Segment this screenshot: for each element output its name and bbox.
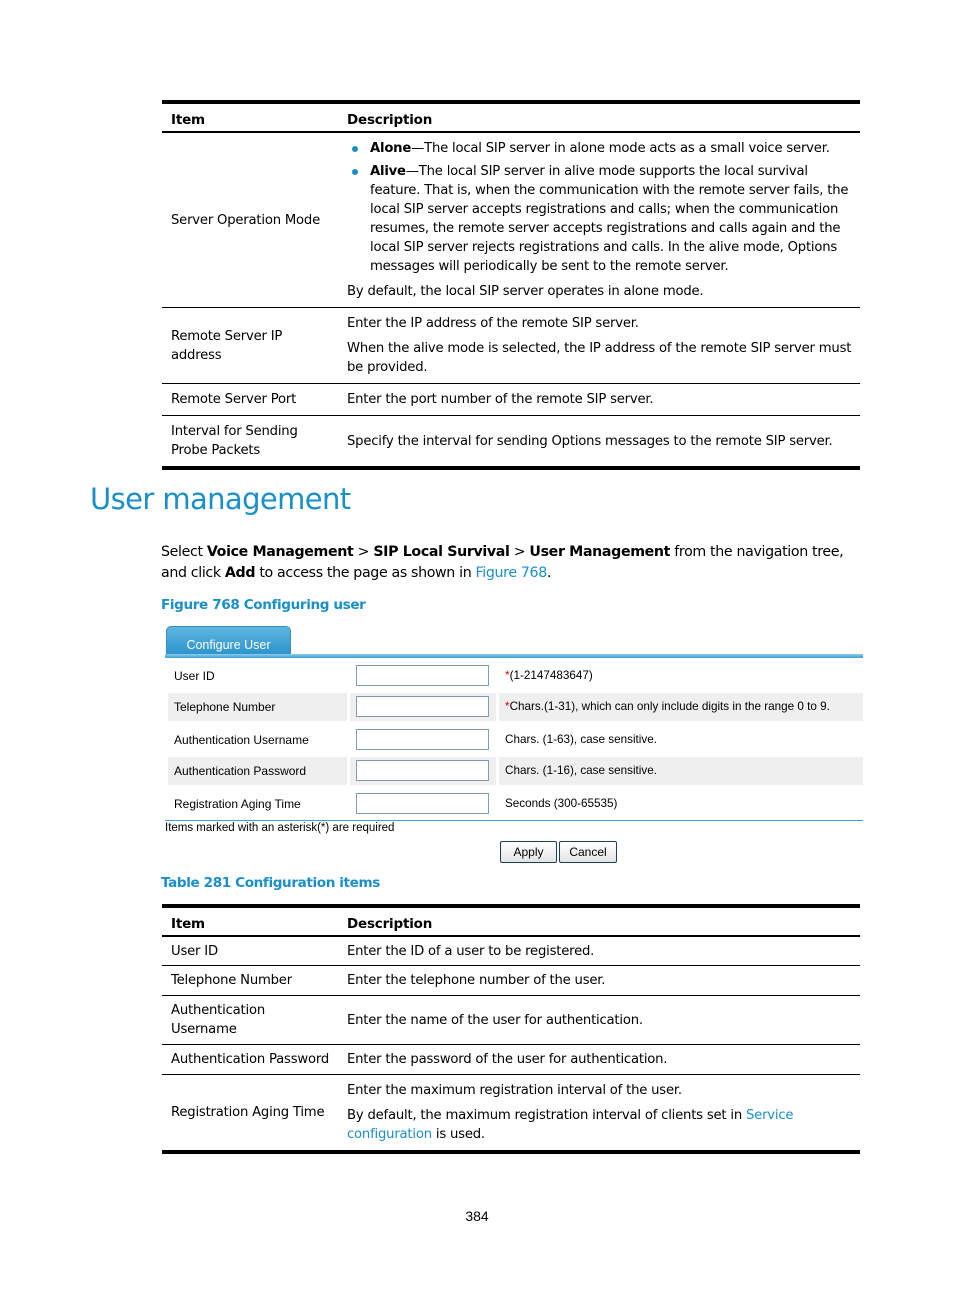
table-row: User ID Enter the ID of a user to be reg… <box>162 936 860 966</box>
form-row-authentication-username: Authentication Username Chars. (1-63), c… <box>168 726 863 754</box>
tab-underline <box>165 654 863 658</box>
list-item: Alone—The local SIP server in alone mode… <box>352 139 852 158</box>
row-item: Authentication Username <box>162 995 338 1045</box>
figure-link[interactable]: Figure 768 <box>476 565 548 581</box>
nav-path-sip-local-survival: SIP Local Survival <box>373 544 510 560</box>
form-row-registration-aging-time: Registration Aging Time Seconds (300-655… <box>168 790 863 818</box>
form-row-telephone-number: Telephone Number *Chars.(1-31), which ca… <box>168 693 863 721</box>
table-row: Authentication Username Enter the name o… <box>162 995 860 1045</box>
table-row: Server Operation Mode Alone—The local SI… <box>162 132 860 308</box>
bullet-icon <box>352 146 358 152</box>
row-item: Server Operation Mode <box>162 132 338 308</box>
row-description: Enter the telephone number of the user. <box>338 965 860 996</box>
column-header-description: Description <box>338 100 860 133</box>
row-description: Enter the password of the user for authe… <box>338 1044 860 1075</box>
table-row: Registration Aging Time Enter the maximu… <box>162 1074 860 1154</box>
field-hint: *Chars.(1-31), which can only include di… <box>499 693 863 721</box>
cancel-button[interactable]: Cancel <box>559 841 617 863</box>
telephone-number-input[interactable] <box>356 696 489 717</box>
row-item: Remote Server IP address <box>162 307 338 384</box>
column-header-item: Item <box>162 904 338 937</box>
row-description: Enter the IP address of the remote SIP s… <box>338 307 860 384</box>
nav-path-voice-management: Voice Management <box>206 544 354 560</box>
row-item: Telephone Number <box>162 965 338 996</box>
field-hint: *(1-2147483647) <box>505 669 593 682</box>
required-note: Items marked with an asterisk(*) are req… <box>165 822 395 834</box>
add-keyword: Add <box>224 565 256 581</box>
form-row-user-id: User ID *(1-2147483647) <box>168 662 863 690</box>
table-row: Authentication Password Enter the passwo… <box>162 1044 860 1075</box>
configuration-items-table: Item Description User ID Enter the ID of… <box>162 904 860 1154</box>
field-label: Authentication Username <box>174 733 309 747</box>
field-label: Telephone Number <box>168 693 347 721</box>
list-item: Alive—The local SIP server in alive mode… <box>352 162 852 276</box>
table-row: Interval for Sending Probe Packets Speci… <box>162 415 860 470</box>
section-title: User management <box>90 482 351 516</box>
apply-button[interactable]: Apply <box>500 841 557 863</box>
bullet-icon <box>352 169 358 175</box>
form-row-authentication-password: Authentication Password Chars. (1-16), c… <box>168 757 863 785</box>
table-row: Telephone Number Enter the telephone num… <box>162 965 860 996</box>
row-description: Alone—The local SIP server in alone mode… <box>338 132 860 308</box>
configure-user-form: Configure User User ID *(1-2147483647) T… <box>165 626 863 866</box>
field-hint: Chars. (1-63), case sensitive. <box>505 733 657 746</box>
field-hint: Chars. (1-16), case sensitive. <box>499 757 863 785</box>
row-description: Specify the interval for sending Options… <box>338 415 860 470</box>
tab-configure-user[interactable]: Configure User <box>166 626 291 656</box>
nav-path-user-management: User Management <box>529 544 671 560</box>
authentication-password-input[interactable] <box>356 760 489 781</box>
field-label: User ID <box>174 669 215 683</box>
row-description: Enter the name of the user for authentic… <box>338 995 860 1045</box>
field-label: Authentication Password <box>168 757 347 785</box>
table-caption: Table 281 Configuration items <box>161 875 380 891</box>
column-header-description: Description <box>338 904 860 937</box>
column-header-item: Item <box>162 100 338 133</box>
row-item: Remote Server Port <box>162 383 338 416</box>
registration-aging-time-input[interactable] <box>356 793 489 814</box>
table-row: Remote Server Port Enter the port number… <box>162 383 860 416</box>
row-item: User ID <box>162 936 338 966</box>
intro-paragraph: Select Voice Management > SIP Local Surv… <box>161 544 844 581</box>
page-number: 384 <box>465 1208 489 1224</box>
row-description: Enter the maximum registration interval … <box>338 1074 860 1154</box>
figure-caption: Figure 768 Configuring user <box>161 597 366 613</box>
row-item: Interval for Sending Probe Packets <box>162 415 338 470</box>
field-label: Registration Aging Time <box>174 797 301 811</box>
operation-mode-table: Item Description Server Operation Mode A… <box>162 100 860 470</box>
mode-list: Alone—The local SIP server in alone mode… <box>347 139 852 276</box>
row-description: Enter the ID of a user to be registered. <box>338 936 860 966</box>
user-id-input[interactable] <box>356 665 489 686</box>
form-divider <box>165 820 863 821</box>
row-description: Enter the port number of the remote SIP … <box>338 383 860 416</box>
row-item: Registration Aging Time <box>162 1074 338 1154</box>
authentication-username-input[interactable] <box>356 729 489 750</box>
table-row: Remote Server IP address Enter the IP ad… <box>162 307 860 384</box>
field-hint: Seconds (300-65535) <box>505 797 618 810</box>
row-item: Authentication Password <box>162 1044 338 1075</box>
